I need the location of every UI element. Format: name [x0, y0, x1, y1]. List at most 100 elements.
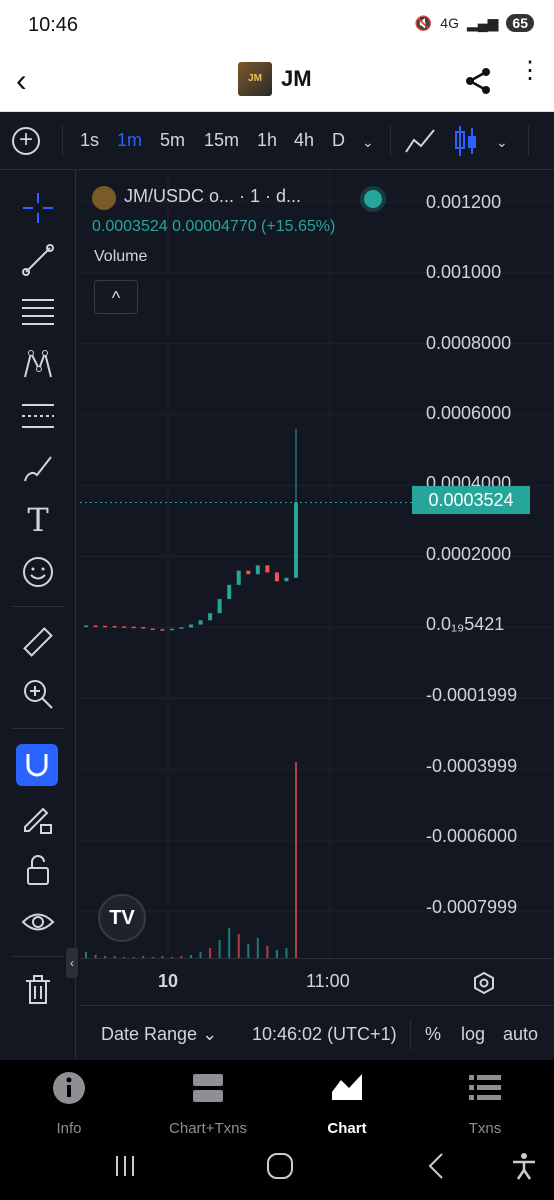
symbol-label[interactable]: JM/USDC o... · 1 · d... — [124, 186, 301, 207]
home-icon[interactable] — [266, 1152, 294, 1180]
ruler-icon[interactable] — [18, 622, 58, 662]
token-icon — [92, 186, 116, 210]
magnet-icon[interactable] — [16, 744, 58, 786]
network-label: 4G — [440, 15, 459, 31]
toolbar-divider — [528, 126, 529, 156]
sidebar-divider — [12, 956, 64, 957]
fib-retracement-icon[interactable] — [18, 396, 58, 436]
timeframe-15m[interactable]: 15m — [204, 130, 239, 151]
price-label: 0.0008000 — [426, 333, 512, 353]
tradingview-logo[interactable]: TV — [98, 894, 146, 942]
line-chart-icon[interactable] — [404, 126, 438, 161]
chevron-down-icon[interactable]: ⌄ — [362, 134, 374, 151]
system-navigation — [0, 1140, 554, 1200]
pattern-icon[interactable] — [18, 344, 58, 384]
trend-line-icon[interactable] — [18, 240, 58, 280]
date-range-button[interactable]: Date Range ⌄ — [101, 1024, 217, 1045]
price-label: -0.0001999 — [426, 685, 518, 705]
price-chart — [80, 170, 554, 958]
timeframe-1s[interactable]: 1s — [80, 130, 99, 151]
share-icon[interactable] — [464, 66, 494, 101]
timeframe-d[interactable]: D — [332, 130, 345, 151]
date-range-label: Date Range — [101, 1024, 198, 1044]
visibility-icon[interactable] — [18, 902, 58, 942]
page-title: JM — [281, 66, 312, 91]
sidebar-collapse-handle[interactable]: ‹ — [66, 948, 78, 978]
accessibility-icon[interactable] — [510, 1152, 538, 1180]
token-logo: JM — [238, 62, 272, 96]
battery-badge: 65 — [506, 14, 534, 32]
candle — [131, 626, 136, 629]
timeframe-5m[interactable]: 5m — [160, 130, 185, 151]
text-icon[interactable]: T — [18, 500, 58, 540]
chevron-down-icon: ⌄ — [202, 1024, 218, 1044]
timeframe-1m[interactable]: 1m — [117, 130, 142, 151]
time-label: 11:00 — [306, 971, 350, 991]
volume-bar — [218, 940, 221, 958]
settings-icon[interactable] — [472, 971, 496, 1000]
trash-icon[interactable] — [18, 970, 58, 1010]
add-indicator-icon[interactable]: + — [12, 127, 40, 155]
volume-bar — [237, 934, 240, 958]
horizontal-lines-icon[interactable] — [18, 292, 58, 332]
log-toggle[interactable]: log — [461, 1024, 485, 1045]
chart-area-icon — [332, 1074, 362, 1100]
volume-label: Volume — [94, 248, 148, 265]
tab-label: Info — [56, 1120, 82, 1137]
crosshair-icon[interactable] — [18, 188, 58, 228]
candle — [198, 620, 203, 625]
candle — [122, 626, 127, 628]
status-time: 10:46 — [28, 14, 79, 36]
candle — [227, 584, 232, 600]
candle — [160, 629, 165, 631]
volume-bar — [266, 946, 269, 958]
candle — [255, 565, 260, 575]
ohlc-values: 0.0003524 0.00004770 (+15.65%) — [92, 218, 336, 235]
tab-label: Chart+Txns — [169, 1120, 247, 1137]
lock-drawing-icon[interactable] — [18, 798, 58, 838]
sidebar-divider — [12, 728, 64, 729]
time-label: 10 — [158, 971, 179, 991]
timeframe-1h[interactable]: 1h — [257, 130, 277, 151]
unlock-icon[interactable] — [18, 850, 58, 890]
candle — [246, 570, 251, 575]
price-label: 0.0002000 — [426, 544, 512, 564]
candle — [84, 625, 88, 627]
back-nav-icon[interactable] — [426, 1152, 446, 1180]
auto-toggle[interactable]: auto — [503, 1024, 538, 1045]
price-label: -0.0003999 — [426, 756, 518, 776]
clock-label: 10:46:02 (UTC+1) — [252, 1024, 397, 1044]
current-price-badge: 0.0003524 — [412, 486, 530, 514]
candle — [284, 577, 289, 582]
chart-area[interactable] — [80, 170, 554, 1005]
recent-apps-icon[interactable] — [113, 1154, 137, 1178]
status-icons: 🔇 4G ▂▄▆ 65 — [415, 14, 534, 32]
candle — [103, 625, 108, 628]
candle — [141, 627, 146, 629]
volume-bar — [295, 762, 297, 958]
chevron-down-icon[interactable]: ⌄ — [496, 134, 508, 151]
emoji-icon[interactable] — [18, 552, 58, 592]
timeframe-4h[interactable]: 4h — [294, 130, 314, 151]
price-label: 0.0006000 — [426, 403, 512, 423]
brush-icon[interactable] — [18, 448, 58, 488]
more-options-icon[interactable]: ⋮ — [518, 59, 542, 83]
percent-toggle[interactable]: % — [425, 1024, 441, 1045]
price-label: 0.001000 — [426, 262, 502, 282]
zoom-in-icon[interactable] — [18, 674, 58, 714]
price-label: 0.0₁₉5421 — [426, 614, 505, 634]
candle — [93, 625, 98, 627]
price-label: -0.0006000 — [426, 826, 518, 846]
collapse-legend-button[interactable]: ^ — [94, 280, 138, 314]
candle — [265, 565, 270, 573]
time-axis[interactable]: 10 11:00 — [80, 958, 554, 1004]
volume-bar — [209, 948, 212, 958]
candle — [274, 572, 279, 582]
info-icon — [53, 1072, 85, 1104]
candlestick-icon[interactable] — [454, 124, 478, 163]
back-icon[interactable]: ‹ — [16, 64, 27, 96]
volume-bar — [247, 944, 250, 958]
candle — [179, 627, 184, 629]
list-icon — [469, 1075, 501, 1100]
price-label: 0.001200 — [426, 192, 502, 212]
